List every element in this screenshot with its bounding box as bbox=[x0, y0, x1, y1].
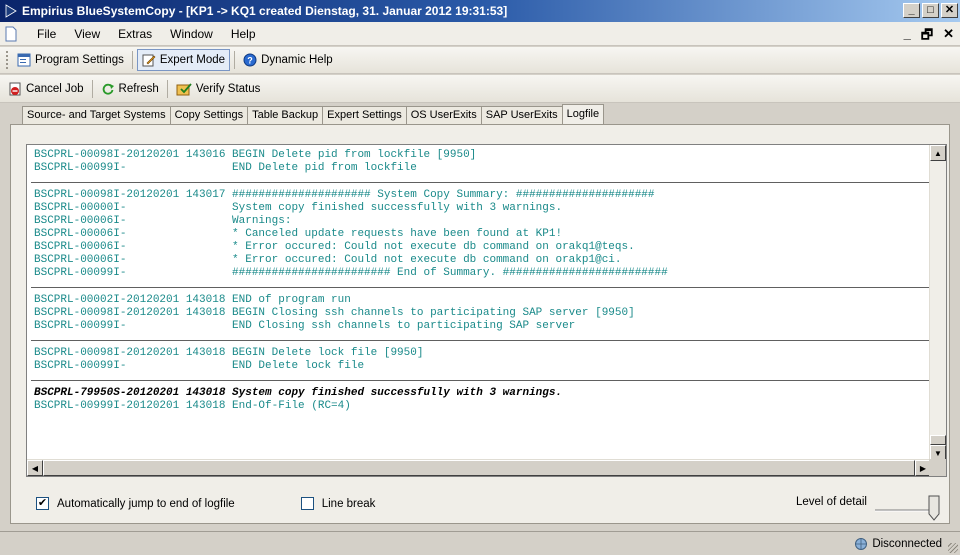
menu-window[interactable]: Window bbox=[161, 27, 222, 41]
line-break-checkbox[interactable] bbox=[300, 497, 314, 510]
title-bar: Empirius BlueSystemCopy - [KP1 -> KQ1 cr… bbox=[0, 0, 960, 22]
vertical-scrollbar[interactable]: ▲ ▼ bbox=[929, 145, 946, 461]
log-separator bbox=[31, 287, 931, 288]
log-line: BSCPRL-00098I-20120201 143018 BEGIN Clos… bbox=[34, 307, 635, 319]
auto-jump-label: Automatically jump to end of logfile bbox=[57, 497, 235, 510]
resize-grip[interactable] bbox=[948, 543, 958, 553]
cancel-icon bbox=[9, 82, 21, 95]
verify-status-label: Verify Status bbox=[195, 82, 261, 95]
log-line: BSCPRL-00000I- System copy finished succ… bbox=[34, 202, 563, 214]
mdi-minimize-button[interactable]: _ bbox=[904, 26, 911, 48]
program-settings-label: Program Settings bbox=[35, 54, 124, 66]
log-separator bbox=[31, 182, 931, 183]
svg-text:?: ? bbox=[247, 56, 253, 66]
help-icon: ? bbox=[243, 53, 257, 67]
line-break-label: Line break bbox=[321, 497, 376, 510]
log-final-status-line: BSCPRL-79950S-20120201 143018 System cop… bbox=[34, 387, 563, 399]
log-line: BSCPRL-00006I- * Canceled update request… bbox=[34, 228, 563, 240]
status-text: Disconnected bbox=[872, 538, 942, 550]
window-title: Empirius BlueSystemCopy - [KP1 -> KQ1 cr… bbox=[22, 4, 508, 18]
log-line: BSCPRL-00099I- END Delete pid from lockf… bbox=[34, 162, 417, 174]
menu-extras[interactable]: Extras bbox=[109, 27, 161, 41]
program-settings-button[interactable]: Program Settings bbox=[13, 49, 128, 71]
pencil-icon bbox=[142, 54, 156, 67]
settings-window-icon bbox=[17, 53, 31, 67]
log-line: BSCPRL-00098I-20120201 143017 ##########… bbox=[34, 189, 655, 201]
log-line: BSCPRL-00006I- * Error occured: Could no… bbox=[34, 254, 622, 266]
tab-strip: Source- and Target Systems Copy Settings… bbox=[22, 104, 605, 125]
tab-sap-userexits[interactable]: SAP UserExits bbox=[480, 106, 563, 124]
log-line: BSCPRL-00999I-20120201 143018 End-Of-Fil… bbox=[34, 400, 351, 412]
horizontal-scroll-thumb[interactable] bbox=[43, 460, 915, 476]
expert-mode-label: Expert Mode bbox=[159, 54, 226, 66]
network-icon bbox=[855, 538, 868, 550]
refresh-icon bbox=[102, 83, 114, 95]
verify-icon bbox=[176, 82, 192, 95]
connection-status: Disconnected bbox=[854, 537, 942, 551]
level-of-detail-label: Level of detail bbox=[796, 496, 867, 508]
toolbar-separator bbox=[234, 51, 236, 69]
refresh-button[interactable]: Refresh bbox=[97, 78, 163, 100]
tab-table-backup[interactable]: Table Backup bbox=[247, 106, 324, 124]
menu-help[interactable]: Help bbox=[222, 27, 265, 41]
cancel-job-label: Cancel Job bbox=[26, 82, 84, 95]
log-separator bbox=[31, 380, 931, 381]
log-line: BSCPRL-00098I-20120201 143016 BEGIN Dele… bbox=[34, 149, 477, 161]
mdi-close-button[interactable]: ✕ bbox=[943, 26, 954, 48]
scroll-left-button[interactable]: ◀ bbox=[27, 460, 43, 476]
tab-expert-settings[interactable]: Expert Settings bbox=[322, 106, 407, 124]
log-line: BSCPRL-00099I- ######################## … bbox=[34, 267, 668, 279]
minimize-button[interactable]: _ bbox=[903, 3, 920, 18]
log-line: BSCPRL-00002I-20120201 143018 END of pro… bbox=[34, 294, 351, 306]
tab-logfile[interactable]: Logfile bbox=[561, 104, 605, 124]
app-icon bbox=[5, 4, 17, 18]
toolbar-separator bbox=[166, 79, 168, 98]
log-line: BSCPRL-00099I- END Closing ssh channels … bbox=[34, 320, 576, 332]
toolbar-separator bbox=[131, 51, 133, 69]
verify-status-button[interactable]: Verify Status bbox=[172, 78, 265, 100]
logfile-text: BSCPRL-00098I-20120201 143016 BEGIN Dele… bbox=[27, 145, 931, 461]
log-separator bbox=[31, 340, 931, 341]
scroll-up-button[interactable]: ▲ bbox=[930, 145, 946, 161]
log-line: BSCPRL-00006I- Warnings: bbox=[34, 215, 292, 227]
tab-source-target-systems[interactable]: Source- and Target Systems bbox=[22, 106, 171, 124]
horizontal-scrollbar[interactable]: ◀ ▶ bbox=[27, 459, 931, 476]
dynamic-help-button[interactable]: ? Dynamic Help bbox=[239, 49, 337, 71]
expert-mode-button[interactable]: Expert Mode bbox=[136, 49, 231, 71]
menu-bar: File View Extras Window Help _ 🗗 ✕ bbox=[0, 22, 960, 46]
log-line: BSCPRL-00098I-20120201 143018 BEGIN Dele… bbox=[34, 347, 424, 359]
menu-view[interactable]: View bbox=[65, 27, 109, 41]
main-toolbar: Program Settings Expert Mode ? Dynamic H… bbox=[0, 47, 960, 74]
vertical-scroll-thumb[interactable] bbox=[930, 435, 946, 445]
menu-file[interactable]: File bbox=[28, 27, 65, 41]
document-icon bbox=[5, 26, 17, 41]
level-of-detail-slider[interactable] bbox=[872, 494, 942, 522]
status-bar: Disconnected bbox=[0, 531, 960, 555]
log-line: BSCPRL-00006I- * Error occured: Could no… bbox=[34, 241, 635, 253]
mdi-restore-button[interactable]: 🗗 bbox=[921, 26, 933, 48]
tab-os-userexits[interactable]: OS UserExits bbox=[405, 106, 482, 124]
logfile-view[interactable]: BSCPRL-00098I-20120201 143016 BEGIN Dele… bbox=[26, 144, 947, 477]
toolbar-grip[interactable] bbox=[6, 51, 9, 69]
log-line: BSCPRL-00099I- END Delete lock file bbox=[34, 360, 365, 372]
cancel-job-button[interactable]: Cancel Job bbox=[4, 78, 88, 100]
close-button[interactable]: ✕ bbox=[941, 3, 958, 18]
scroll-corner bbox=[929, 459, 946, 476]
toolbar-separator bbox=[91, 79, 93, 98]
job-toolbar: Cancel Job Refresh Verify Status bbox=[0, 75, 960, 103]
maximize-button[interactable]: □ bbox=[922, 3, 939, 18]
refresh-label: Refresh bbox=[118, 82, 159, 95]
dynamic-help-label: Dynamic Help bbox=[261, 54, 333, 66]
log-options: ✔ Automatically jump to end of logfile L… bbox=[36, 497, 375, 510]
auto-jump-checkbox[interactable]: ✔ bbox=[36, 497, 49, 510]
tab-copy-settings[interactable]: Copy Settings bbox=[169, 106, 249, 124]
